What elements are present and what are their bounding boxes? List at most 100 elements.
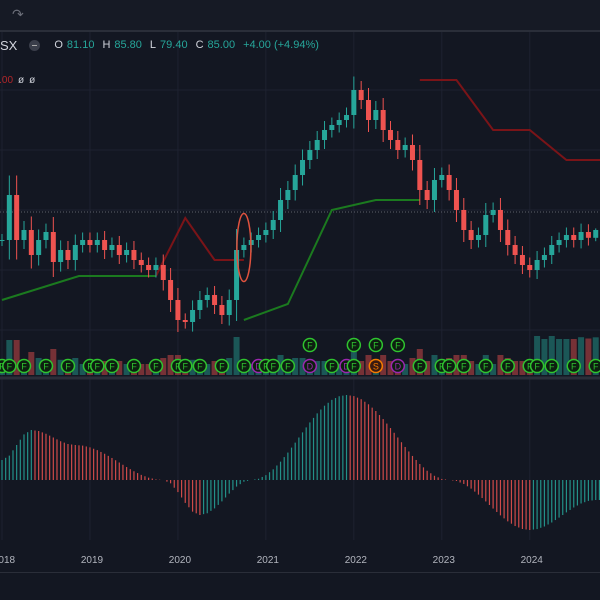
time-axis-label: 2019 xyxy=(80,555,104,566)
candle-body xyxy=(182,320,188,322)
event-marker-F[interactable]: F xyxy=(126,358,142,374)
change-value: +4.00 (+4.94%) xyxy=(243,39,319,51)
candle-body xyxy=(14,195,20,240)
event-marker-F[interactable]: F xyxy=(346,358,362,374)
candle-body xyxy=(168,280,174,300)
event-marker-S[interactable]: S xyxy=(368,358,384,374)
candle-body xyxy=(278,200,284,220)
event-marker-D[interactable]: D xyxy=(390,358,406,374)
event-marker-F[interactable]: F xyxy=(500,358,516,374)
event-marker-F[interactable]: F xyxy=(478,358,494,374)
event-marker-F[interactable]: F xyxy=(588,358,600,374)
open-value: 81.10 xyxy=(66,39,95,51)
high-value: 85.80 xyxy=(114,39,142,51)
event-marker-F[interactable]: F xyxy=(324,358,340,374)
candle-body xyxy=(336,120,342,125)
candle-body xyxy=(329,125,335,130)
event-marker-F[interactable]: F xyxy=(2,358,17,374)
event-marker-F[interactable]: F xyxy=(566,358,581,374)
event-marker-F[interactable]: F xyxy=(236,358,252,374)
svg-text:F: F xyxy=(549,362,555,372)
event-marker-F[interactable]: F xyxy=(456,358,472,374)
candle-body xyxy=(409,145,415,160)
candle-body xyxy=(80,240,86,245)
close-label: C xyxy=(195,39,204,51)
svg-text:F: F xyxy=(571,362,577,372)
candle-body xyxy=(197,300,203,310)
svg-text:F: F xyxy=(43,362,49,372)
candle-body xyxy=(563,235,569,240)
candle-body xyxy=(300,160,306,175)
high-label: H xyxy=(102,39,111,51)
event-marker-F[interactable]: F xyxy=(60,358,76,374)
indicator-value: 85.00 xyxy=(0,75,14,86)
candle-body xyxy=(124,250,130,255)
candle-body xyxy=(461,210,467,230)
event-marker-F[interactable]: F xyxy=(302,337,318,353)
stop-line-down xyxy=(155,216,244,277)
svg-text:F: F xyxy=(329,362,335,372)
event-marker-F[interactable]: F xyxy=(346,337,362,353)
candle-body xyxy=(571,235,577,240)
time-axis-label: 2021 xyxy=(256,555,279,566)
candle-body xyxy=(36,240,42,255)
event-marker-F[interactable]: F xyxy=(544,358,559,374)
indicator-value-2: ø xyxy=(29,75,36,86)
svg-text:F: F xyxy=(219,362,225,372)
candle-body xyxy=(131,250,137,260)
event-marker-F[interactable]: F xyxy=(38,358,54,374)
candle-body xyxy=(241,245,247,250)
candle-body xyxy=(65,250,71,260)
event-marker-F[interactable]: F xyxy=(90,358,105,374)
candle-body xyxy=(146,265,152,270)
svg-text:D: D xyxy=(307,362,314,372)
svg-text:F: F xyxy=(109,362,115,372)
svg-text:F: F xyxy=(153,362,159,372)
candle-body xyxy=(468,230,474,240)
candle-body xyxy=(446,175,452,190)
candle-body xyxy=(94,240,100,245)
candle-body xyxy=(307,150,313,160)
event-marker-F[interactable]: F xyxy=(529,358,545,374)
candle-body xyxy=(175,300,181,320)
svg-text:F: F xyxy=(395,341,401,351)
time-axis[interactable]: 2018 2019 2020 2021 2022 2023 2024 xyxy=(0,540,600,573)
candle-body xyxy=(102,240,108,250)
event-marker-F[interactable]: F xyxy=(178,358,193,374)
collapse-toggle-icon[interactable] xyxy=(29,39,41,51)
svg-text:F: F xyxy=(197,362,203,372)
event-marker-F[interactable]: F xyxy=(104,358,120,374)
event-marker-F[interactable]: F xyxy=(280,358,296,374)
event-marker-F[interactable]: F xyxy=(390,337,406,353)
event-marker-F[interactable]: F xyxy=(148,358,164,374)
event-marker-F[interactable]: F xyxy=(265,358,281,374)
candle-body xyxy=(578,232,584,240)
event-marker-D[interactable]: D xyxy=(302,358,318,374)
candle-body xyxy=(380,110,386,130)
symbol-name[interactable]: SX xyxy=(0,38,17,53)
candle-body xyxy=(358,90,364,100)
event-marker-F[interactable]: F xyxy=(16,358,32,374)
svg-text:F: F xyxy=(373,341,379,351)
svg-text:F: F xyxy=(351,341,357,351)
event-marker-F[interactable]: F xyxy=(192,358,208,374)
price-chart[interactable]: FFFFFFFFFFFFFFFDFFFDFDFSDFFFFFFFFFFFFFFF xyxy=(0,0,600,600)
candle-body xyxy=(527,265,533,270)
candle-body xyxy=(292,175,298,190)
candle-body xyxy=(519,255,525,265)
candle-body xyxy=(424,190,430,200)
stop-line-down xyxy=(419,79,600,161)
candle-body xyxy=(344,115,350,120)
candle-body xyxy=(204,295,210,300)
event-marker-F[interactable]: F xyxy=(214,358,230,374)
event-marker-F[interactable]: F xyxy=(368,337,384,353)
candle-body xyxy=(556,240,562,245)
candle-body xyxy=(285,190,291,200)
svg-text:F: F xyxy=(270,362,276,372)
low-value: 79.40 xyxy=(160,39,188,51)
candle-body xyxy=(153,265,159,270)
event-marker-F[interactable]: F xyxy=(441,358,457,374)
time-axis-label: 2024 xyxy=(520,555,543,566)
candle-body xyxy=(490,210,496,215)
event-marker-F[interactable]: F xyxy=(412,358,428,374)
